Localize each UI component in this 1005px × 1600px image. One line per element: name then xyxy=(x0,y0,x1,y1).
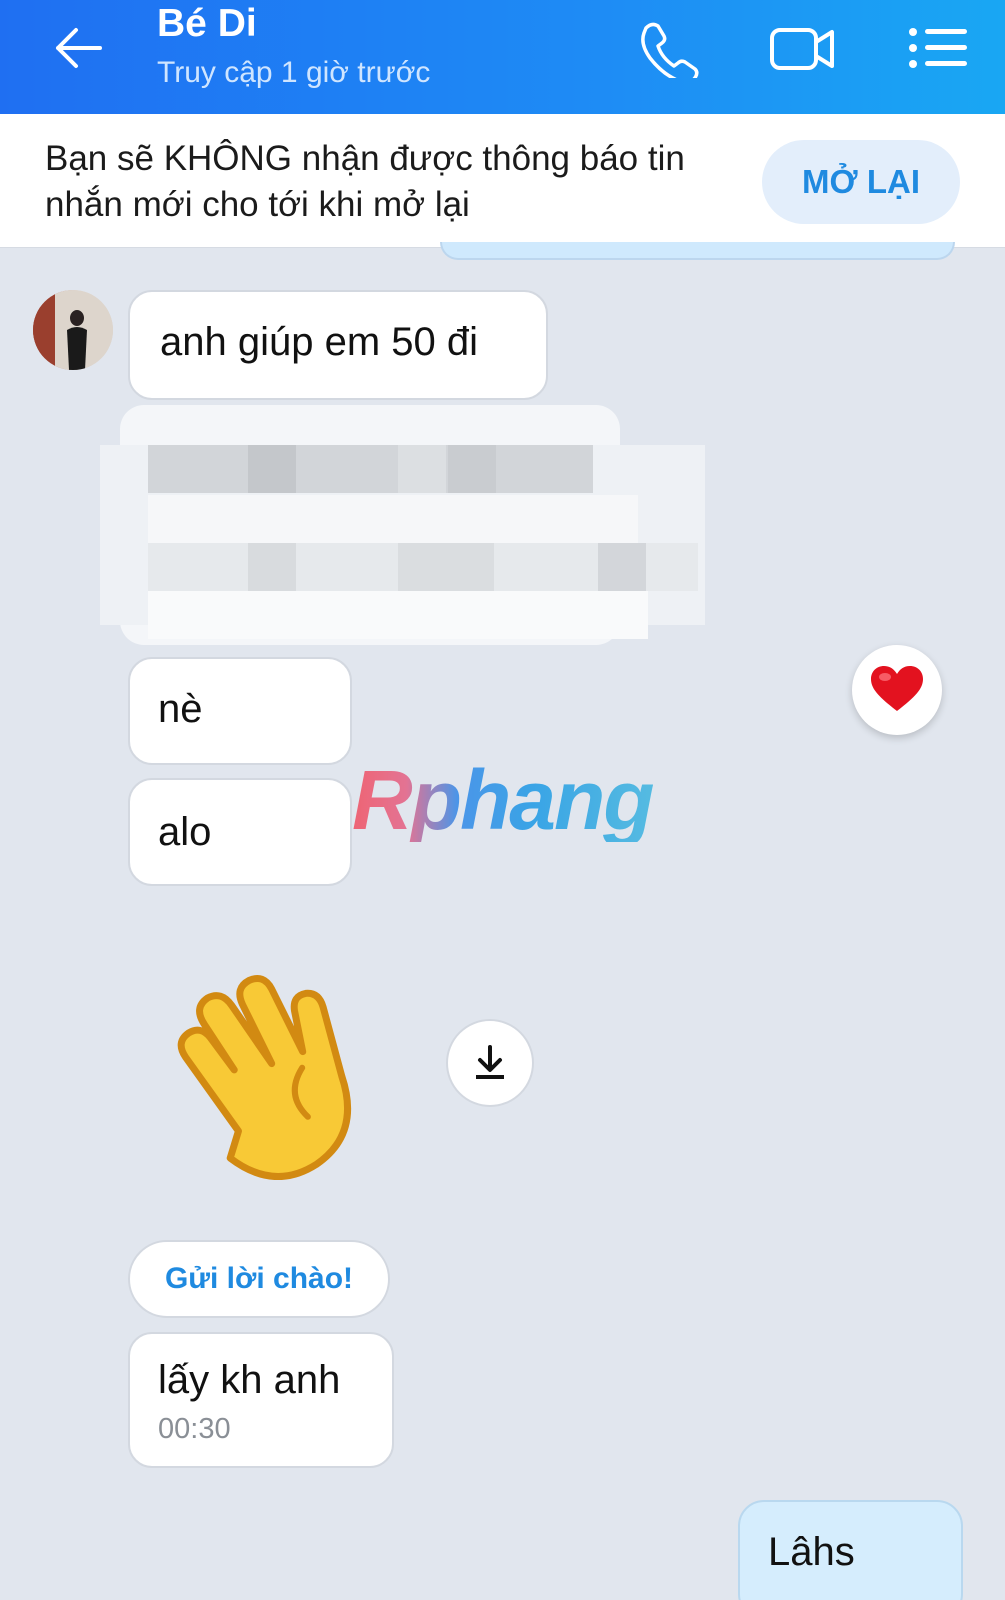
message-text: Lâhs xyxy=(768,1530,855,1574)
message-bubble-received[interactable]: anh giúp em 50 đi xyxy=(128,290,548,400)
muted-notice-text: Bạn sẽ KHÔNG nhận được thông báo tin nhắ… xyxy=(45,139,685,224)
chat-header: Bé Di Truy cập 1 giờ trước xyxy=(0,0,1005,114)
watermark-logo: Rphang xyxy=(352,753,655,847)
last-seen-status: Truy cập 1 giờ trước xyxy=(157,56,431,89)
send-greeting-button[interactable]: Gửi lời chào! xyxy=(128,1240,390,1318)
message-text: anh giúp em 50 đi xyxy=(160,320,479,364)
menu-button[interactable] xyxy=(905,18,975,78)
message-bubble-received[interactable]: alo xyxy=(128,778,352,886)
message-bubble-received[interactable]: nè xyxy=(128,657,352,765)
menu-list-icon xyxy=(909,28,967,68)
notification-muted-banner: Bạn sẽ KHÔNG nhận được thông báo tin nhắ… xyxy=(0,114,1005,248)
reaction-button[interactable] xyxy=(852,645,942,735)
call-button[interactable] xyxy=(636,18,706,85)
back-arrow-icon xyxy=(56,28,102,68)
avatar-photo xyxy=(33,290,113,370)
phone-icon xyxy=(641,22,699,85)
pixelated-hidden-message xyxy=(100,405,705,645)
contact-name[interactable]: Bé Di xyxy=(157,2,257,46)
message-text: alo xyxy=(158,810,212,854)
back-button[interactable] xyxy=(48,22,108,74)
download-button[interactable] xyxy=(446,1019,534,1107)
sticker-message[interactable] xyxy=(165,955,395,1180)
sent-bubble-edge xyxy=(440,242,955,260)
reopen-notifications-button[interactable]: MỞ LẠI xyxy=(762,140,960,224)
message-bubble-received[interactable]: lấy kh anh 00:30 xyxy=(128,1332,394,1468)
heart-icon xyxy=(871,666,923,711)
message-text: lấy kh anh xyxy=(158,1358,341,1402)
video-camera-icon xyxy=(770,28,834,70)
message-text: nè xyxy=(158,687,203,731)
waving-hand-icon xyxy=(177,975,352,1180)
message-timestamp: 00:30 xyxy=(158,1413,231,1445)
avatar[interactable] xyxy=(33,290,113,370)
download-icon xyxy=(476,1045,504,1079)
video-call-button[interactable] xyxy=(768,18,838,78)
message-bubble-sent[interactable]: Lâhs xyxy=(738,1500,963,1600)
